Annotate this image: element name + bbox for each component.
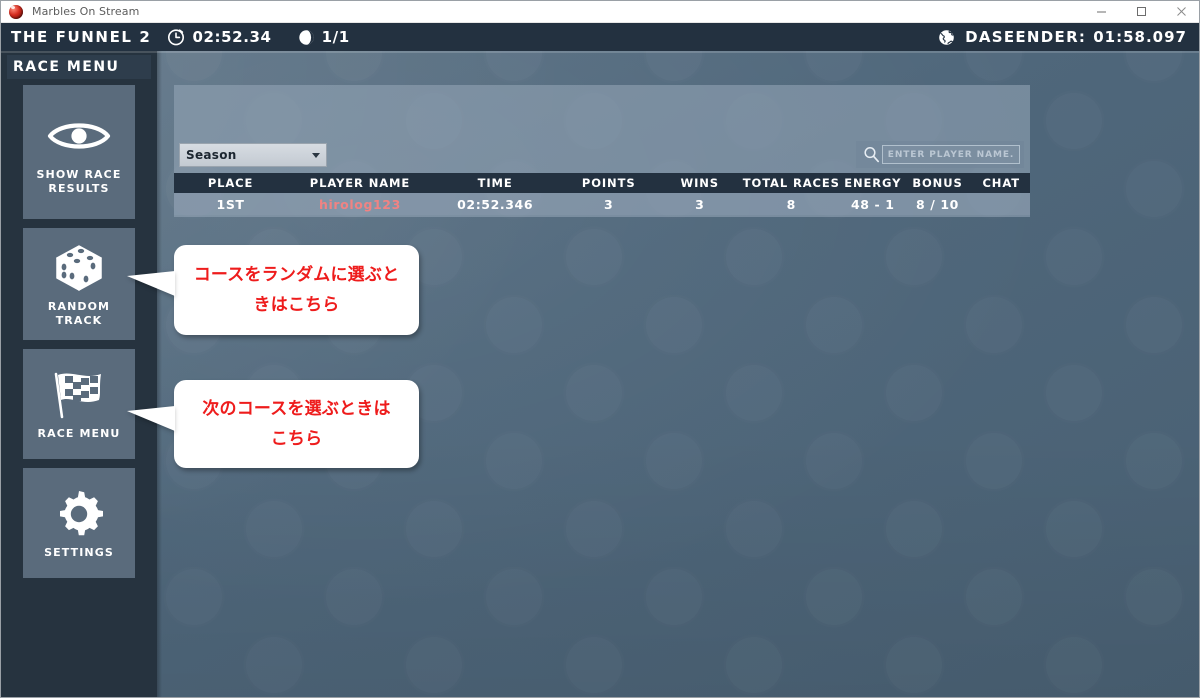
hud-record-holder: DASEENDER: xyxy=(965,28,1087,46)
random-track-callout: コースをランダムに選ぶと きはこちら xyxy=(127,245,419,335)
column-header-time: TIME xyxy=(477,176,513,190)
close-icon[interactable] xyxy=(1161,1,1199,23)
player-search: ENTER PLAYER NAME. xyxy=(856,141,1024,168)
clock-icon xyxy=(167,28,185,46)
column-header-place: PLACE xyxy=(207,176,254,190)
window-title: Marbles On Stream xyxy=(32,5,140,18)
callout-tail xyxy=(127,271,175,296)
column-header-wins: WINS xyxy=(680,176,719,190)
cell-points: 3 xyxy=(604,196,614,212)
game-viewport: THE FUNNEL 2 02:52.34 1/1 DASEENDER: 01:… xyxy=(1,23,1199,697)
season-select[interactable]: Season xyxy=(179,143,327,167)
search-input[interactable]: ENTER PLAYER NAME. xyxy=(882,145,1020,164)
window-controls xyxy=(1081,1,1199,23)
minimize-icon[interactable] xyxy=(1081,1,1121,23)
sidebar-label-race-menu: RACE MENU xyxy=(37,426,121,440)
hud-lap-counter: 1/1 xyxy=(321,28,350,46)
marble-icon xyxy=(8,4,24,20)
marble-half-icon xyxy=(298,29,315,46)
cell-wins: 3 xyxy=(695,196,705,212)
race-menu-callout-text: 次のコースを選ぶときは こちら xyxy=(202,399,391,449)
hud-left-group: THE FUNNEL 2 02:52.34 1/1 xyxy=(1,28,350,46)
column-header-total-races: TOTAL RACES xyxy=(742,176,840,190)
checkered-flag-icon xyxy=(47,369,111,421)
cell-time: 02:52.346 xyxy=(457,196,534,212)
hud-underline xyxy=(1,51,1199,53)
gear-icon xyxy=(54,488,104,540)
hud-race-time: 02:52.34 xyxy=(192,28,272,46)
cell-chat xyxy=(972,193,1030,215)
cell-energy: 48 - 1 xyxy=(851,196,895,212)
dice-icon xyxy=(51,242,107,294)
cell-total-races: 8 xyxy=(786,196,796,212)
race-hud-bar: THE FUNNEL 2 02:52.34 1/1 DASEENDER: 01:… xyxy=(1,23,1199,51)
column-header-chat: CHAT xyxy=(982,176,1020,190)
sidebar-label-random-track: RANDOM TRACK xyxy=(47,299,111,327)
sidebar-title: RACE MENU xyxy=(7,55,151,79)
eye-icon xyxy=(47,110,111,162)
cell-place: 1ST xyxy=(216,196,245,212)
sidebar-item-random-track[interactable]: RANDOM TRACK xyxy=(23,228,135,340)
column-header-bonus: BONUS xyxy=(912,176,963,190)
window-titlebar: Marbles On Stream xyxy=(1,1,1199,23)
app-window: Marbles On Stream THE FUNNEL 2 02:52.34 … xyxy=(0,0,1200,698)
hud-record-time: 01:58.097 xyxy=(1093,28,1187,46)
globe-icon xyxy=(938,29,955,46)
search-placeholder: ENTER PLAYER NAME. xyxy=(887,149,1015,160)
sidebar-label-show-race-results: SHOW RACE RESULTS xyxy=(36,167,122,195)
race-menu-sidebar: RACE MENU SHOW RACE RESULTS RANDOM TRACK… xyxy=(1,51,157,697)
sidebar-item-race-menu[interactable]: RACE MENU xyxy=(23,349,135,459)
race-menu-callout: 次のコースを選ぶときは こちら xyxy=(127,380,419,468)
maximize-icon[interactable] xyxy=(1121,1,1161,23)
sidebar-label-settings: SETTINGS xyxy=(44,545,114,559)
season-select-value: Season xyxy=(186,148,237,162)
chevron-down-icon xyxy=(312,152,320,158)
column-header-points: POINTS xyxy=(581,176,636,190)
table-header-row: PLACE PLAYER NAME TIME POINTS WINS TOTAL… xyxy=(174,173,1030,193)
search-icon[interactable] xyxy=(860,146,882,163)
results-table: PLACE PLAYER NAME TIME POINTS WINS TOTAL… xyxy=(174,173,1030,217)
random-track-callout-text: コースをランダムに選ぶと きはこちら xyxy=(193,265,400,315)
hud-record-group: DASEENDER: 01:58.097 xyxy=(938,28,1199,46)
hud-track-name: THE FUNNEL 2 xyxy=(11,28,152,46)
sidebar-shadow xyxy=(157,51,162,697)
sidebar-item-settings[interactable]: SETTINGS xyxy=(23,468,135,578)
sidebar-title-label: RACE MENU xyxy=(13,59,120,75)
column-header-player-name: PLAYER NAME xyxy=(309,176,411,190)
column-header-energy: ENERGY xyxy=(844,176,902,190)
sidebar-item-show-race-results[interactable]: SHOW RACE RESULTS xyxy=(23,85,135,219)
table-row[interactable]: 1ST hirolog123 02:52.346 3 3 8 48 - 1 8 … xyxy=(174,193,1030,215)
cell-bonus: 8 / 10 xyxy=(916,196,959,212)
cell-player-name: hirolog123 xyxy=(319,196,401,212)
callout-tail xyxy=(127,406,175,431)
